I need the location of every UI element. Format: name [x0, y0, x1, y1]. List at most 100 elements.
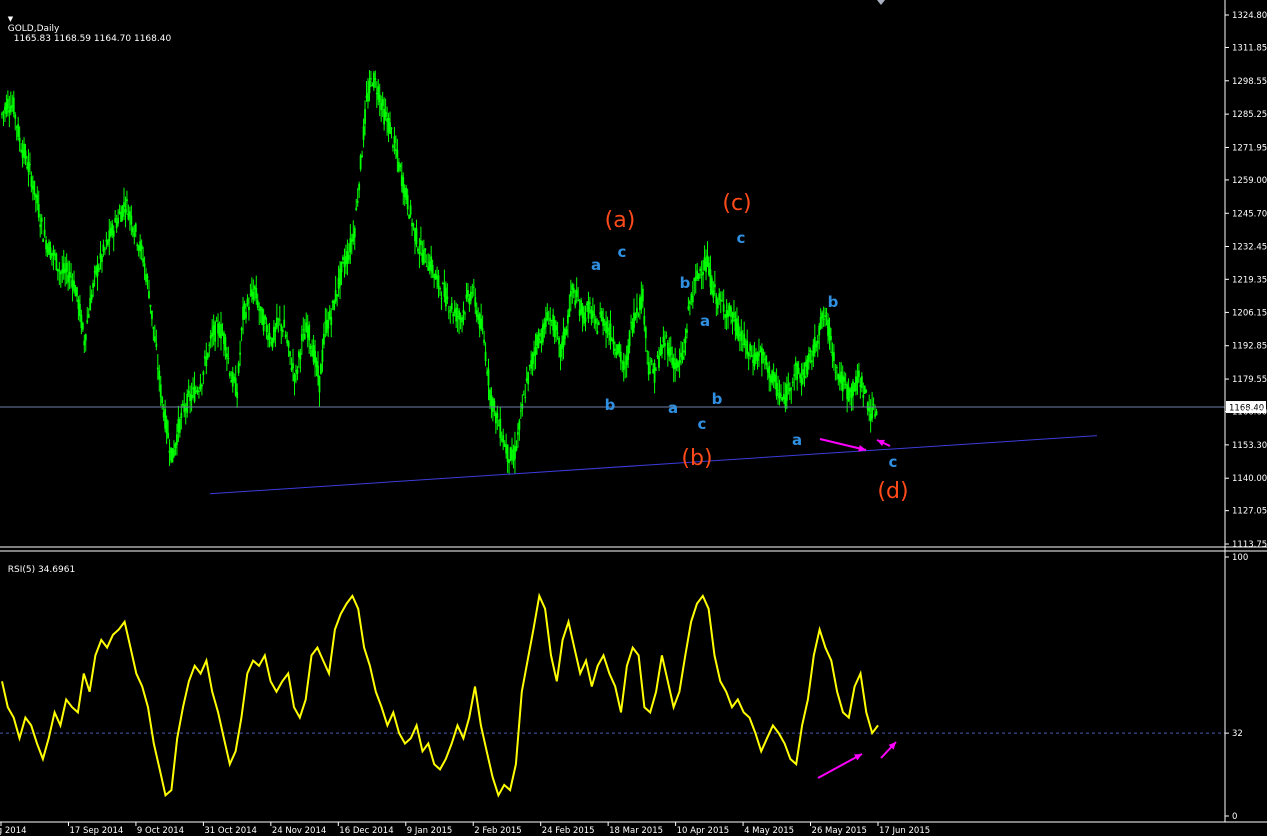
candle-body [661, 344, 663, 354]
candle-body [618, 343, 621, 353]
candle-body [140, 244, 143, 250]
candle-body [519, 410, 522, 412]
candle-body [392, 145, 394, 148]
menu-triangle-icon[interactable]: ▼ [8, 15, 13, 23]
candle-body [187, 390, 190, 394]
wave-label-small: c [618, 243, 627, 261]
candle-body [293, 374, 296, 382]
candle-body [55, 253, 58, 270]
candle-body [340, 261, 343, 273]
wave-label-big: (a) [605, 208, 636, 233]
wave-label-small: c [889, 453, 898, 471]
candle-body [790, 388, 793, 390]
candle-body [277, 318, 280, 320]
date-tick-label: 9 Oct 2014 [137, 826, 184, 836]
candle-body [665, 335, 668, 337]
date-tick-label: 17 Jun 2015 [879, 826, 930, 836]
candle-body [589, 302, 591, 304]
candle-body [65, 262, 68, 272]
candle-body [480, 318, 483, 329]
candle-body [217, 323, 219, 334]
candle-body [663, 342, 666, 347]
candle-body [73, 280, 75, 291]
rsi-line [1, 592, 879, 798]
price-tick-label: 1271.95 [1232, 143, 1267, 153]
candle-body [142, 258, 145, 263]
candle-body [89, 298, 92, 311]
candle-body [76, 287, 78, 297]
candle-body [461, 317, 463, 323]
candle-body [361, 155, 364, 157]
candle-body [712, 290, 715, 298]
candle-body [202, 371, 205, 376]
candle-body [730, 307, 732, 318]
candle-body [508, 459, 510, 464]
candle-body [308, 324, 311, 341]
candle-body [190, 394, 193, 401]
candle-body [368, 80, 371, 94]
candle-body [774, 374, 777, 383]
candle-body [412, 224, 415, 226]
candle-body [816, 340, 819, 344]
candle-body [843, 376, 846, 382]
candle-body [152, 326, 155, 329]
wave-label-small: b [828, 293, 839, 311]
candle-body [146, 276, 149, 279]
candle-body [593, 313, 596, 315]
candle-body [733, 312, 735, 319]
candle-body [824, 315, 826, 317]
candle-body [472, 286, 475, 288]
price-tick-label: 1245.70 [1232, 209, 1267, 219]
candle-body [399, 164, 402, 168]
price-tick-label: 1259.00 [1232, 176, 1267, 186]
candle-body [214, 321, 217, 342]
candle-body [449, 309, 452, 311]
candle-body [39, 224, 42, 228]
candle-body [148, 291, 150, 299]
candle-body [684, 336, 687, 344]
candle-body [471, 292, 474, 294]
candle-body [372, 72, 375, 88]
price-tick-label: 1113.75 [1232, 540, 1267, 550]
candle-body [462, 309, 465, 314]
candle-body [42, 239, 45, 242]
candle-body [133, 232, 136, 237]
candle-body [103, 248, 106, 250]
candle-body [511, 449, 513, 460]
candle-body [793, 374, 796, 377]
candle-body [467, 290, 469, 297]
date-tick-label: 9 Jan 2015 [407, 826, 453, 836]
price-tick-label: 1140.00 [1232, 474, 1267, 484]
candle-body [481, 328, 484, 331]
candle-body [875, 411, 878, 416]
candle-body [156, 367, 159, 370]
candle-body [36, 195, 39, 204]
candle-body [688, 301, 691, 305]
candle-body [374, 78, 377, 81]
candle-body [758, 352, 760, 357]
rsi-panel [0, 592, 1225, 798]
candle-body [320, 364, 322, 375]
date-tick-label: 26 May 2015 [812, 826, 867, 836]
candle-body [415, 228, 418, 245]
candle-body [290, 367, 293, 371]
candle-body [268, 333, 271, 340]
candle-body [318, 375, 321, 393]
candle-body [809, 349, 812, 352]
candle-body [317, 365, 319, 377]
rsi-tick-label: 100 [1232, 553, 1248, 563]
wave-label-small: b [712, 390, 723, 408]
candle-body [452, 313, 455, 317]
price-tick-label: 1285.25 [1232, 110, 1267, 120]
price-tick-label: 1153.30 [1232, 441, 1267, 451]
candle-body [439, 287, 441, 290]
candle-body [102, 244, 105, 252]
candle-body [522, 394, 525, 396]
candle-body [302, 329, 305, 331]
candle-body [740, 331, 743, 341]
candle-body [750, 355, 753, 357]
candle-body [333, 300, 336, 310]
price-tick-label: 1324.80 [1232, 11, 1267, 21]
candle-body [834, 371, 837, 373]
price-tick-label: 1127.05 [1232, 507, 1267, 517]
